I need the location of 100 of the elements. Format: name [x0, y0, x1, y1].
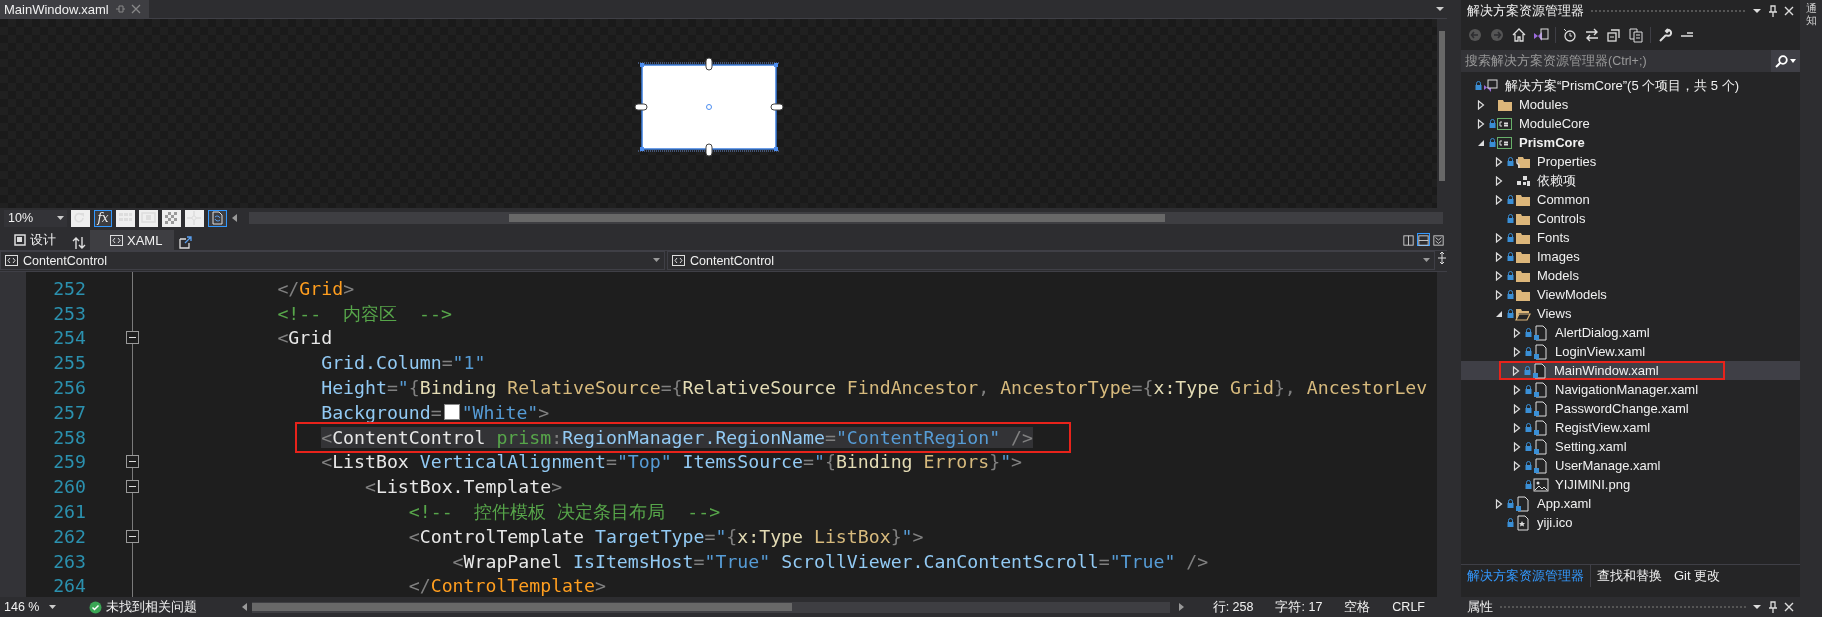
tree-item[interactable]: RegistView.xaml: [1461, 418, 1800, 437]
scrollbar[interactable]: [249, 212, 1443, 224]
expand-arrow-icon[interactable]: [1513, 384, 1521, 395]
toolbar-button[interactable]: [116, 209, 135, 227]
dropdown-icon[interactable]: [1752, 7, 1762, 15]
tree-item[interactable]: LoginView.xaml: [1461, 342, 1800, 361]
swap-panes-icon[interactable]: [72, 236, 86, 250]
expand-arrow-icon[interactable]: [1513, 441, 1521, 452]
tree-item[interactable]: UserManage.xaml: [1461, 456, 1800, 475]
toolbar-button[interactable]: [185, 209, 204, 227]
tree-item[interactable]: NavigationManager.xaml: [1461, 380, 1800, 399]
expand-arrow-icon[interactable]: [1495, 289, 1503, 300]
tree-item[interactable]: Images: [1461, 247, 1800, 266]
home-icon[interactable]: [1511, 27, 1527, 43]
cursor-column[interactable]: 字符: 17: [1275, 598, 1323, 616]
toolbar-button[interactable]: [71, 209, 90, 227]
collapse-icon[interactable]: [126, 529, 139, 543]
tree-item[interactable]: AlertDialog.xaml: [1461, 323, 1800, 342]
caret-icon: [49, 604, 56, 610]
expand-arrow-icon[interactable]: [1495, 194, 1503, 205]
zoom-dropdown[interactable]: 10%: [4, 209, 67, 227]
expand-arrow-icon[interactable]: [1513, 460, 1521, 471]
tree-item[interactable]: Common: [1461, 190, 1800, 209]
tree-item[interactable]: 依赖项: [1461, 171, 1800, 190]
solution-icon: [1483, 77, 1499, 94]
scrollbar[interactable]: [252, 601, 1170, 613]
tree-item[interactable]: MainWindow.xaml: [1461, 361, 1800, 380]
expand-arrow-icon[interactable]: [1495, 175, 1503, 186]
cursor-line[interactable]: 行: 258: [1212, 598, 1254, 616]
tree-item[interactable]: PrismCore: [1461, 133, 1800, 152]
expand-arrow-icon[interactable]: [1513, 422, 1521, 433]
tree-item[interactable]: Controls: [1461, 209, 1800, 228]
toolbar-button[interactable]: [139, 209, 158, 227]
view-tab[interactable]: XAML: [90, 230, 175, 250]
line-number: 260: [52, 476, 86, 498]
line-number: 259: [52, 451, 86, 473]
split-handle-icon[interactable]: [1437, 251, 1447, 265]
element-dropdown[interactable]: ContentControl: [667, 251, 1435, 270]
expand-arrow-icon[interactable]: [1512, 365, 1520, 376]
expand-arrow-icon[interactable]: [1495, 156, 1503, 167]
expanded-arrow-icon[interactable]: [1477, 138, 1485, 147]
layout-button[interactable]: [1402, 232, 1415, 246]
solution-switch-icon[interactable]: [1533, 27, 1549, 43]
show-all-files-icon[interactable]: [1628, 27, 1644, 43]
xaml-file-icon: [1533, 400, 1549, 417]
tree-item[interactable]: Setting.xaml: [1461, 437, 1800, 456]
formula-button[interactable]: fx: [94, 209, 112, 227]
expand-arrow-icon[interactable]: [1495, 232, 1503, 243]
search-field[interactable]: 搜索解决方案资源管理器(Ctrl+;): [1461, 50, 1800, 72]
search-icon[interactable]: [1775, 54, 1788, 68]
expand-arrow-icon[interactable]: [1477, 118, 1485, 129]
dropdown-icon[interactable]: [1752, 603, 1762, 611]
panel-tab[interactable]: Git 更改: [1668, 565, 1727, 587]
sync-icon[interactable]: [1584, 27, 1600, 43]
tree-item[interactable]: App.xaml: [1461, 494, 1800, 513]
expand-arrow-icon[interactable]: [1495, 251, 1503, 262]
line-number: 256: [52, 377, 86, 399]
tree-item[interactable]: yiji.ico: [1461, 513, 1800, 532]
history-icon[interactable]: [1562, 27, 1578, 43]
selected-control-drawing[interactable]: [634, 57, 784, 157]
tree-item[interactable]: YIJIMINI.png: [1461, 475, 1800, 494]
tree-item[interactable]: Modules: [1461, 95, 1800, 114]
element-dropdown[interactable]: ContentControl: [0, 251, 665, 270]
scrollbar[interactable]: [1437, 19, 1447, 208]
collapse-icon[interactable]: [126, 331, 139, 345]
xaml-file-icon: [1533, 381, 1549, 398]
wrench-icon[interactable]: [1657, 27, 1673, 43]
tree-item[interactable]: PasswordChange.xaml: [1461, 399, 1800, 418]
expand-arrow-icon[interactable]: [1513, 403, 1521, 414]
notifications-tab[interactable]: 通知: [1805, 2, 1817, 617]
scroll-left-icon[interactable]: [241, 602, 248, 612]
expand-arrow-icon[interactable]: [1477, 99, 1485, 110]
tree-item[interactable]: ModuleCore: [1461, 114, 1800, 133]
toolbar-button[interactable]: [162, 209, 181, 227]
panel-tab[interactable]: 查找和替换: [1591, 565, 1668, 587]
collapse-icon[interactable]: [126, 480, 139, 494]
scroll-left-icon[interactable]: [231, 213, 239, 223]
collapse-all-icon[interactable]: [1606, 27, 1622, 43]
expand-arrow-icon[interactable]: [1495, 498, 1503, 509]
indent-mode[interactable]: 空格: [1344, 598, 1371, 616]
expand-arrow-icon[interactable]: [1495, 270, 1503, 281]
collapse-icon[interactable]: [126, 455, 139, 469]
tree-item[interactable]: Properties: [1461, 152, 1800, 171]
layout-button[interactable]: [1432, 232, 1445, 246]
expand-arrow-icon[interactable]: [1513, 346, 1521, 357]
tree-item[interactable]: 解决方案“PrismCore”(5 个项目，共 5 个): [1461, 76, 1800, 95]
line-number: 264: [52, 575, 86, 597]
tree-item[interactable]: Fonts: [1461, 228, 1800, 247]
expanded-arrow-icon[interactable]: [1495, 309, 1503, 318]
expand-arrow-icon[interactable]: [1513, 327, 1521, 338]
layout-button[interactable]: [1417, 232, 1430, 246]
line-number: 261: [52, 501, 86, 523]
tree-item[interactable]: ViewModels: [1461, 285, 1800, 304]
scroll-right-icon[interactable]: [1177, 602, 1185, 612]
tree-item[interactable]: Views: [1461, 304, 1800, 323]
popout-icon[interactable]: [178, 236, 193, 250]
caret-icon[interactable]: [1790, 59, 1796, 63]
issues-status[interactable]: 未找到相关问题: [106, 598, 197, 616]
line-ending[interactable]: CRLF: [1392, 600, 1425, 614]
tree-item[interactable]: Models: [1461, 266, 1800, 285]
